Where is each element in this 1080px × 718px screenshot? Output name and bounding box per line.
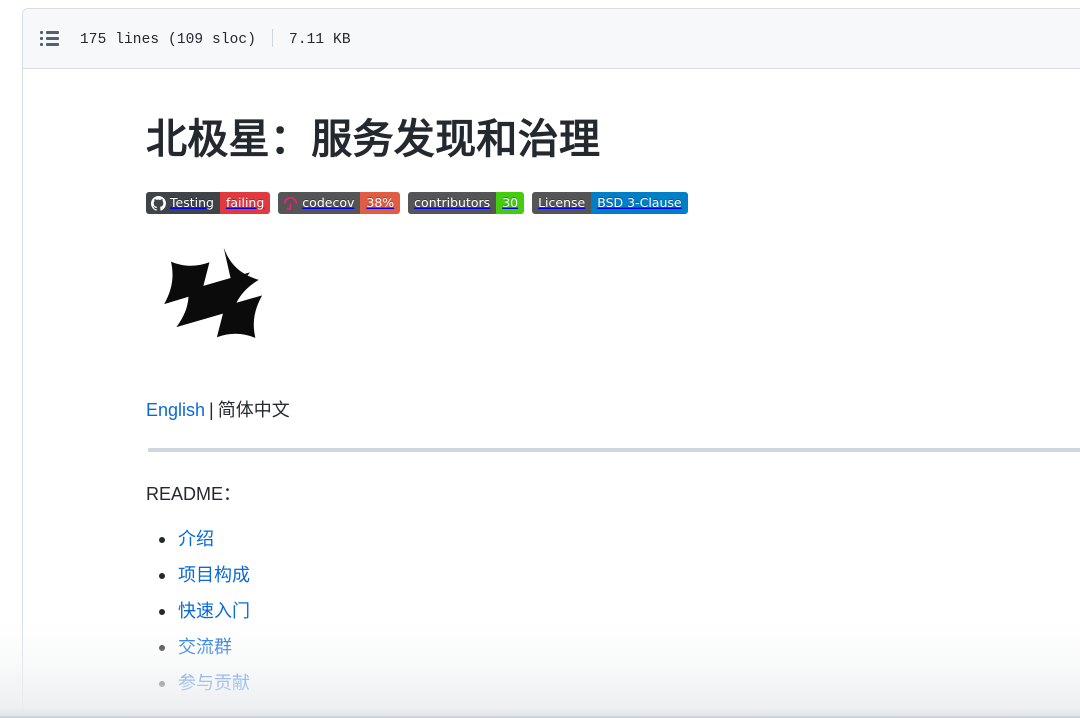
license-badge-label: License [532,192,592,215]
toc-link-contributing[interactable]: 参与贡献 [178,673,250,693]
language-separator: | [209,400,214,421]
badge-row: Testing failing codecov 38% contributors… [146,192,1079,215]
list-item: 快速入门 [159,598,1079,626]
meta-divider [272,29,274,47]
readme-toc-list: 介绍 项目构成 快速入门 交流群 参与贡献 [146,526,1079,697]
github-icon [151,195,166,211]
list-item: 项目构成 [159,562,1079,590]
codecov-badge-label-text: codecov [302,195,355,211]
file-meta: 175 lines (109 sloc) 7.11 KB [80,29,351,48]
language-links: English | 简体中文 [146,397,1079,424]
toc-link-quickstart[interactable]: 快速入门 [178,601,250,621]
list-unordered-icon[interactable] [40,28,62,50]
contributors-badge-label-text: contributors [414,195,491,211]
file-header-bar: 175 lines (109 sloc) 7.11 KB [23,9,1080,69]
readme-content: 北极星：服务发现和治理 Testing failing codecov 38% … [23,70,1080,706]
codecov-badge[interactable]: codecov 38% [278,192,401,215]
file-size: 7.11 KB [289,32,351,48]
contributors-badge[interactable]: contributors 30 [408,192,525,215]
codecov-badge-value-text: 38% [366,195,395,211]
toc-link-structure[interactable]: 项目构成 [178,565,250,585]
list-item: 参与贡献 [159,670,1079,698]
contributors-badge-value-text: 30 [502,195,519,211]
toc-link-intro[interactable]: 介绍 [178,529,214,549]
license-badge-label-text: License [538,195,586,211]
github-testing-badge-label-text: Testing [170,195,214,211]
contributors-badge-value: 30 [496,192,525,215]
license-badge[interactable]: License BSD 3-Clause [532,192,688,215]
codecov-badge-label: codecov [278,192,361,215]
polaris-logo [164,247,263,339]
codecov-umbrella-icon [284,196,298,210]
github-testing-badge-label: Testing [146,192,220,215]
license-badge-value-text: BSD 3-Clause [597,195,682,211]
github-testing-badge-value-text: failing [225,195,265,211]
file-line-count: 175 lines (109 sloc) [80,32,257,48]
codecov-badge-value: 38% [360,192,401,215]
section-divider [148,448,1080,453]
license-badge-value: BSD 3-Clause [591,192,688,215]
readme-heading: README： [146,484,242,505]
list-item: 介绍 [159,526,1079,554]
page-root: 175 lines (109 sloc) 7.11 KB 北极星：服务发现和治理 … [0,0,1080,718]
list-item: 交流群 [159,634,1079,662]
file-container: 175 lines (109 sloc) 7.11 KB 北极星：服务发现和治理 … [22,8,1080,718]
language-label-chinese: 简体中文 [217,400,290,421]
github-testing-badge-value: failing [219,192,271,215]
page-title: 北极星：服务发现和治理 [146,116,601,162]
contributors-badge-label: contributors [408,192,497,215]
language-link-english[interactable]: English [146,400,205,420]
toc-link-community[interactable]: 交流群 [178,637,232,657]
github-testing-badge[interactable]: Testing failing [146,192,271,215]
